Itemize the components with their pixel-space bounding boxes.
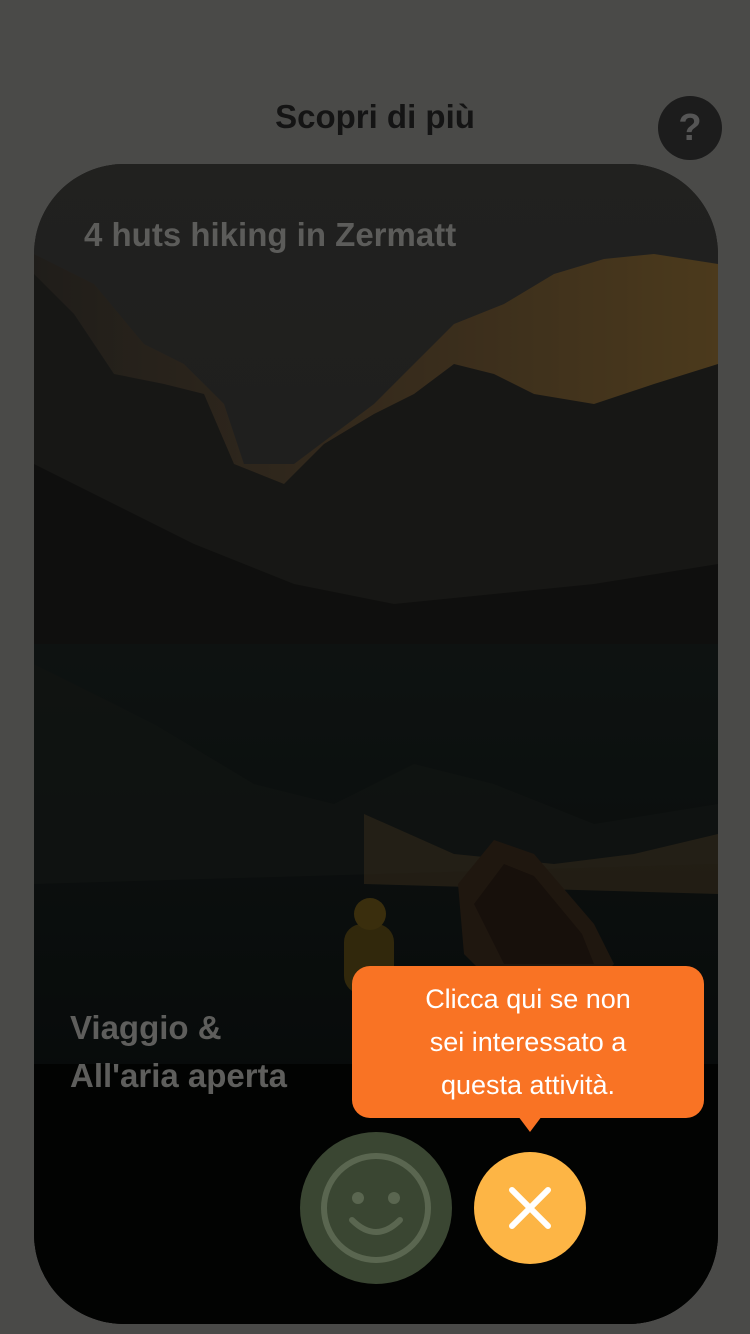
tooltip-line: Clicca qui se non — [425, 984, 631, 1014]
tooltip-line: questa attività. — [440, 1070, 616, 1100]
page-title: Scopri di più — [275, 98, 475, 135]
card-title: 4 huts hiking in Zermatt — [84, 216, 457, 253]
onboarding-tooltip: Clicca qui se non sei interessato a ques… — [352, 966, 704, 1118]
smiley-face-icon — [321, 1153, 431, 1263]
tooltip-arrow — [518, 1116, 542, 1132]
dismiss-button[interactable] — [474, 1152, 586, 1264]
card-tags: Viaggio & All'aria aperta — [70, 1004, 287, 1100]
help-button[interactable]: ? — [658, 96, 722, 160]
tooltip-line: sei interessato a — [429, 1027, 627, 1057]
close-icon — [509, 1187, 551, 1229]
card-tag: Viaggio & — [70, 1009, 222, 1046]
like-button[interactable] — [300, 1132, 452, 1284]
card-tag: All'aria aperta — [70, 1057, 287, 1094]
